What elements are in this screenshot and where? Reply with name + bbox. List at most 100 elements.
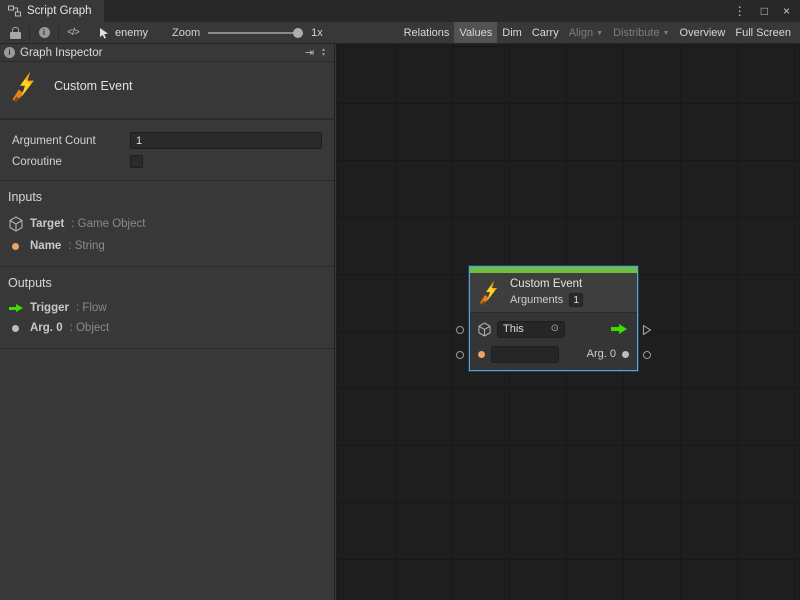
button-label: Carry	[532, 27, 559, 39]
maximize-icon[interactable]: □	[761, 4, 768, 18]
inputs-heading: Inputs	[0, 190, 334, 212]
info-letter: i	[43, 29, 45, 37]
arg0-output-port[interactable]	[643, 351, 651, 359]
pointer-icon	[98, 27, 110, 39]
toolbar-button-dim[interactable]: Dim	[497, 22, 527, 43]
arguments-label: Arguments	[510, 294, 563, 306]
string-port-icon	[12, 243, 19, 250]
trigger-flow-arrow-icon	[611, 324, 627, 334]
argument-count-input[interactable]	[130, 132, 322, 149]
target-dropdown[interactable]: This ⊙	[497, 321, 565, 338]
object-picker-icon[interactable]: ⊙	[551, 324, 559, 334]
custom-event-icon	[10, 72, 40, 102]
name-input-port[interactable]	[456, 351, 464, 359]
target-input-port[interactable]	[456, 326, 464, 334]
panel-spinner[interactable]: ▲ ▼	[319, 48, 328, 58]
button-label: Full Screen	[735, 27, 791, 39]
node-title: Custom Event	[510, 278, 583, 290]
inputs-section: Inputs Target : Game Object Name : Strin…	[0, 181, 334, 267]
toolbar-separator	[29, 26, 30, 40]
unit-fields: Argument Count Coroutine	[0, 120, 334, 181]
tab-title: Script Graph	[27, 5, 92, 17]
graph-canvas[interactable]: Custom Event Arguments 1 This ⊙ Arg. 0	[336, 44, 800, 600]
graph-asset-name: enemy	[115, 27, 148, 39]
window-controls: ⋮ □ ×	[734, 0, 800, 22]
toolbar-button-values[interactable]: Values	[454, 22, 497, 43]
list-item: Trigger : Flow	[0, 298, 334, 318]
list-item: Arg. 0 : Object	[0, 318, 334, 338]
flow-arrow-icon	[9, 304, 23, 313]
object-port-icon	[12, 325, 19, 332]
port-type: : Game Object	[71, 218, 145, 230]
argument-count-label: Argument Count	[12, 135, 130, 147]
lock-icon	[10, 27, 21, 39]
info-letter: i	[8, 49, 10, 57]
node-header[interactable]: Custom Event Arguments 1	[470, 273, 637, 312]
toolbar-buttons: Relations Values Dim Carry Align▼ Distri…	[399, 22, 796, 43]
trigger-output-port[interactable]	[642, 324, 652, 336]
name-port-row: Arg. 0	[478, 345, 629, 363]
argument-count-row: Argument Count	[12, 130, 322, 151]
port-name: Name	[30, 240, 61, 252]
lock-button[interactable]	[4, 23, 26, 43]
game-object-icon	[9, 216, 23, 232]
expand-icon[interactable]: ⇥	[305, 46, 314, 59]
spinner-down-icon: ▼	[321, 53, 326, 58]
info-icon: i	[4, 47, 15, 58]
zoom-slider[interactable]	[208, 27, 303, 39]
event-name-field[interactable]	[491, 346, 559, 363]
code-view-button[interactable]: </>	[62, 23, 84, 43]
toolbar-separator	[58, 26, 59, 40]
target-value: This	[503, 323, 524, 335]
inspect-toggle-button[interactable]: i	[33, 23, 55, 43]
arg0-label: Arg. 0	[587, 348, 616, 360]
zoom-control: Zoom 1x	[172, 27, 323, 39]
toolbar-button-carry[interactable]: Carry	[527, 22, 564, 43]
coroutine-row: Coroutine	[12, 151, 322, 172]
arguments-value-field[interactable]: 1	[569, 293, 583, 307]
graph-inspector-header: i Graph Inspector ⇥ ▲ ▼	[0, 44, 334, 62]
zoom-slider-track	[208, 32, 303, 34]
toolbar: i </> enemy Zoom 1x Relations Values Dim…	[0, 22, 800, 44]
menu-icon[interactable]: ⋮	[734, 4, 746, 18]
info-icon: i	[39, 27, 50, 38]
game-object-icon	[478, 322, 491, 337]
zoom-label: Zoom	[172, 27, 200, 39]
coroutine-checkbox[interactable]	[130, 155, 143, 168]
custom-event-node[interactable]: Custom Event Arguments 1 This ⊙ Arg. 0	[469, 266, 638, 371]
button-label: Align	[569, 27, 593, 39]
list-item: Name : String	[0, 236, 334, 256]
port-name: Trigger	[30, 302, 69, 314]
coroutine-label: Coroutine	[12, 156, 130, 168]
button-label: Distribute	[613, 27, 659, 39]
custom-event-icon	[478, 281, 502, 305]
zoom-slider-thumb[interactable]	[293, 28, 303, 38]
button-label: Dim	[502, 27, 522, 39]
toolbar-button-fullscreen[interactable]: Full Screen	[730, 22, 796, 43]
script-graph-icon	[8, 5, 21, 17]
arg0-port-icon	[622, 351, 629, 358]
titlebar: Script Graph ⋮ □ ×	[0, 0, 800, 22]
toolbar-button-overview[interactable]: Overview	[675, 22, 731, 43]
unit-header: Custom Event	[0, 62, 334, 120]
list-item: Target : Game Object	[0, 212, 334, 236]
node-body: This ⊙ Arg. 0	[470, 312, 637, 370]
outputs-section: Outputs Trigger : Flow Arg. 0 : Object	[0, 267, 334, 349]
toolbar-button-relations[interactable]: Relations	[399, 22, 455, 43]
toolbar-button-distribute[interactable]: Distribute ▼	[608, 22, 674, 43]
graph-asset-breadcrumb[interactable]: enemy	[98, 27, 148, 39]
target-port-row: This ⊙	[478, 320, 629, 338]
port-type: : String	[68, 240, 104, 252]
graph-inspector-title: Graph Inspector	[20, 47, 102, 59]
chevron-down-icon: ▼	[596, 30, 603, 37]
tab-script-graph[interactable]: Script Graph	[0, 0, 104, 22]
string-port-icon	[478, 351, 485, 358]
chevron-down-icon: ▼	[663, 30, 670, 37]
button-label: Relations	[404, 27, 450, 39]
outputs-heading: Outputs	[0, 276, 334, 298]
toolbar-button-align[interactable]: Align▼	[564, 22, 608, 43]
close-icon[interactable]: ×	[783, 4, 790, 18]
code-icon: </>	[67, 27, 78, 38]
unit-title: Custom Event	[54, 79, 133, 93]
port-name: Target	[30, 218, 64, 230]
